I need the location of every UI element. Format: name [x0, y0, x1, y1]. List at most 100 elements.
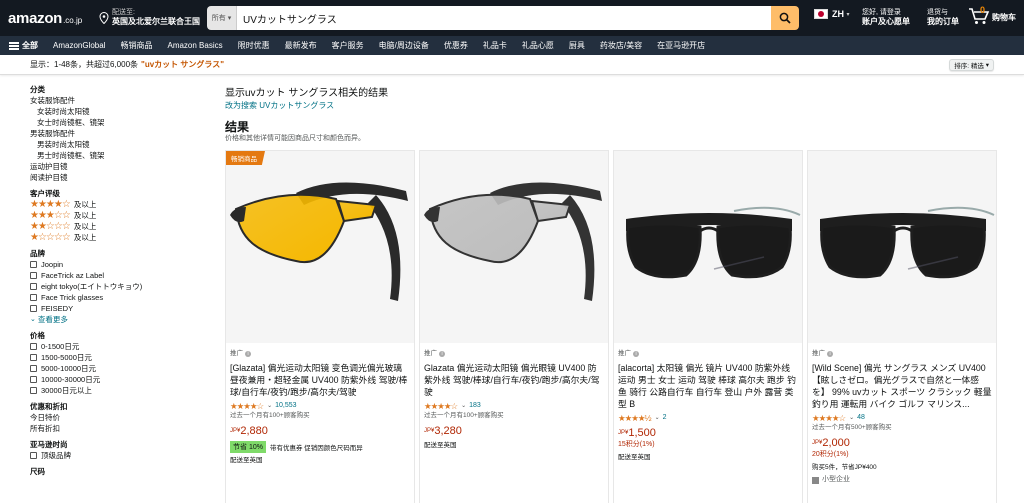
subnav-item[interactable]: 药妆店/美容 [600, 40, 642, 51]
category-link[interactable]: 运动护目镜 [30, 161, 210, 172]
checkbox[interactable] [30, 376, 37, 383]
account-menu[interactable]: 您好, 请登录 账户及心愿单 [862, 8, 910, 26]
category-link[interactable]: 阅读护目镜 [30, 172, 210, 183]
brand-checkbox[interactable]: FEISEDY [30, 303, 210, 314]
related-search-link[interactable]: 改为搜索 UVカットサングラス [225, 100, 1015, 112]
product-price[interactable]: JP¥2,000 [812, 437, 992, 450]
product-price[interactable]: JP¥3,280 [424, 425, 604, 438]
cart-button[interactable]: 0 购物车 [968, 5, 1016, 26]
category-link[interactable]: 女装服饰配件 [30, 95, 210, 106]
subnav-item[interactable]: 电脑/周边设备 [379, 40, 429, 51]
language-selector[interactable]: ZH ▾ [814, 9, 850, 19]
product-title[interactable]: [Wild Scene] 偏光 サングラス メンズ UV400 【眩しさゼロ。偏… [812, 362, 992, 410]
checkbox[interactable] [30, 272, 37, 279]
checkbox[interactable] [30, 343, 37, 350]
rating-filter[interactable]: ★★★☆☆ 及以上 [30, 210, 210, 221]
subnav-item[interactable]: 礼品卡 [483, 40, 507, 51]
product-card[interactable]: 畅销商品 推广 i [Glazata] 偏光运动太阳镜 变色调光偏光玻璃 昼夜兼用・超… [225, 150, 415, 503]
subnav-item[interactable]: 厨具 [569, 40, 585, 51]
rating-stars: ★★★★☆ [424, 401, 458, 411]
price-value: 2,880 [240, 425, 268, 437]
price-checkbox[interactable]: 30000日元以上 [30, 385, 210, 396]
small-business-label: 小型企业 [822, 476, 850, 483]
brand-checkbox[interactable]: FaceTrick az Label [30, 270, 210, 281]
category-link[interactable]: 男装时尚太阳镜 [30, 139, 210, 150]
subnav-item[interactable]: Amazon Basics [167, 41, 222, 50]
product-title[interactable]: [alacorta] 太阳镜 偏光 镜片 UV400 防紫外线 运动 男士 女士… [618, 362, 798, 410]
category-link[interactable]: 男士时尚镜框、镜架 [30, 150, 210, 161]
product-price[interactable]: JP¥2,880 [230, 425, 410, 438]
all-menu-button[interactable]: 全部 [9, 40, 38, 51]
points-text: 20积分(1%) [812, 451, 849, 458]
brand-checkbox[interactable]: Face Trick glasses [30, 292, 210, 303]
subnav-item[interactable]: 优惠券 [444, 40, 468, 51]
subnav-item[interactable]: 客户服务 [332, 40, 364, 51]
product-card[interactable]: 推广 i [alacorta] 太阳镜 偏光 镜片 UV400 防紫外线 运动 男士… [613, 150, 803, 503]
price-checkbox[interactable]: 5000-10000日元 [30, 363, 210, 374]
product-card[interactable]: 推广 i Glazata 偏光运动太阳镜 偏光眼镜 UV400 防紫外线 驾驶/棒球… [419, 150, 609, 503]
product-image[interactable] [614, 151, 802, 343]
subnav-item[interactable]: 限时优惠 [238, 40, 270, 51]
subnav-item[interactable]: 礼品心愿 [522, 40, 554, 51]
search-input[interactable] [237, 6, 771, 30]
product-card[interactable]: 推广 i [Wild Scene] 偏光 サングラス メンズ UV400 【眩しさゼ… [807, 150, 997, 503]
category-link[interactable]: 女装时尚太阳镜 [30, 106, 210, 117]
results-subtitle: 价格和其他详情可能因商品尺寸和颜色而异。 [225, 135, 365, 142]
orders-link[interactable]: 退货与 我的订单 [927, 8, 959, 26]
rating-count[interactable]: 48 [857, 413, 865, 423]
sort-select[interactable]: 排序: 精选 ▾ [949, 59, 994, 71]
premium-checkbox[interactable]: 顶级品牌 [30, 450, 210, 461]
brand-checkbox[interactable]: Joopin [30, 259, 210, 270]
product-rating[interactable]: ★★★★½ ⌄ 2 [618, 413, 798, 423]
info-icon[interactable]: i [245, 351, 251, 357]
product-title[interactable]: [Glazata] 偏光运动太阳镜 变色调光偏光玻璃 昼夜兼用・超轻金属 UV4… [230, 362, 410, 398]
rating-count[interactable]: 2 [663, 413, 667, 423]
checkbox[interactable] [30, 365, 37, 372]
rating-count[interactable]: 183 [469, 401, 481, 411]
deals-link[interactable]: 所有折扣 [30, 423, 210, 434]
deliver-to[interactable]: 配送至: 英国及北爱尔兰联合王国 [92, 3, 207, 33]
checkbox[interactable] [30, 283, 37, 290]
price-checkbox[interactable]: 10000-30000日元 [30, 374, 210, 385]
checkbox[interactable] [30, 261, 37, 268]
location-pin-icon [99, 12, 109, 24]
product-image[interactable] [420, 151, 608, 343]
cart-icon [969, 8, 990, 24]
checkbox[interactable] [30, 387, 37, 394]
subnav-item[interactable]: AmazonGlobal [53, 41, 105, 50]
info-icon[interactable]: i [439, 351, 445, 357]
chevron-down-icon: ⌄ [654, 415, 660, 421]
search-button[interactable] [771, 6, 799, 30]
deals-link[interactable]: 今日特价 [30, 412, 210, 423]
product-rating[interactable]: ★★★★☆ ⌄ 10,553 [230, 401, 410, 411]
checkbox[interactable] [30, 305, 37, 312]
rating-filter[interactable]: ★☆☆☆☆ 及以上 [30, 232, 210, 243]
rating-count[interactable]: 10,553 [275, 401, 296, 411]
see-more-link[interactable]: ⌄ 查看更多 [30, 314, 210, 325]
info-icon[interactable]: i [827, 351, 833, 357]
subnav-item[interactable]: 畅销商品 [120, 40, 152, 51]
price-checkbox[interactable]: 1500-5000日元 [30, 352, 210, 363]
amazon-logo[interactable]: amazon .co.jp [0, 0, 92, 36]
subnav-item[interactable]: 在亚马逊开店 [657, 40, 705, 51]
subnav-item[interactable]: 最新发布 [285, 40, 317, 51]
checkbox[interactable] [30, 294, 37, 301]
product-image[interactable]: 畅销商品 [226, 151, 414, 343]
search-category-select[interactable]: 所有 ▾ [207, 6, 237, 30]
price-checkbox[interactable]: 0-1500日元 [30, 341, 210, 352]
checkbox[interactable] [30, 452, 37, 459]
category-link[interactable]: 男装服饰配件 [30, 128, 210, 139]
coupon-row[interactable]: 节省 10% 带有优惠券 促销因颜色尺码而异 [230, 441, 410, 453]
brand-checkbox[interactable]: eight tokyo(エイトトウキョウ) [30, 281, 210, 292]
product-price[interactable]: JP¥1,500 [618, 427, 798, 440]
rating-filter[interactable]: ★★★★☆ 及以上 [30, 199, 210, 210]
rating-filter[interactable]: ★★☆☆☆ 及以上 [30, 221, 210, 232]
product-rating[interactable]: ★★★★☆ ⌄ 183 [424, 401, 604, 411]
product-title[interactable]: Glazata 偏光运动太阳镜 偏光眼镜 UV400 防紫外线 驾驶/棒球/自行… [424, 362, 604, 398]
premium-label: 顶级品牌 [41, 451, 71, 460]
info-icon[interactable]: i [633, 351, 639, 357]
product-rating[interactable]: ★★★★☆ ⌄ 48 [812, 413, 992, 423]
checkbox[interactable] [30, 354, 37, 361]
product-image[interactable] [808, 151, 996, 343]
category-link[interactable]: 女士时尚镜框、镜架 [30, 117, 210, 128]
